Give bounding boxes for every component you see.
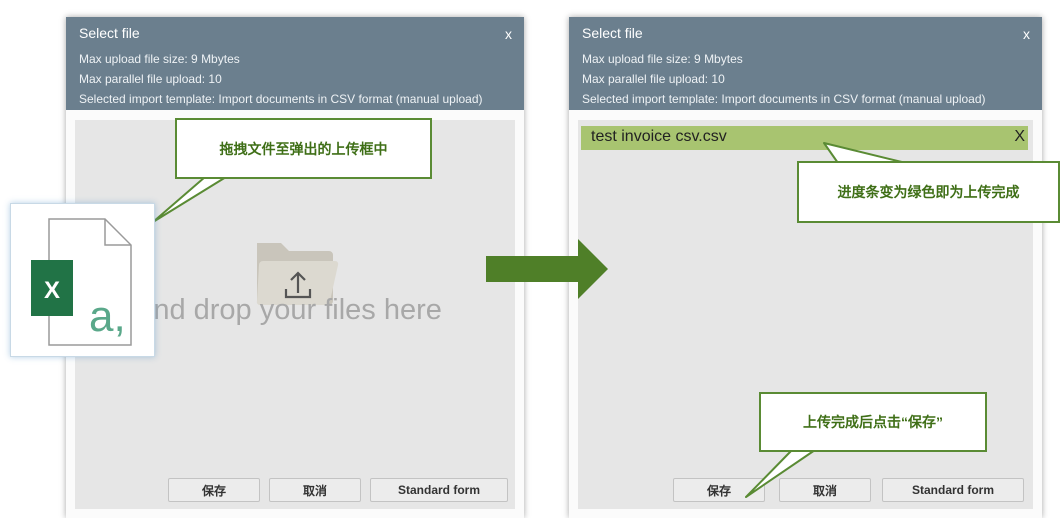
- max-parallel-upload-text: Max parallel file upload: 10: [79, 72, 222, 86]
- max-parallel-upload-text: Max parallel file upload: 10: [582, 72, 725, 86]
- standard-form-button[interactable]: Standard form: [882, 478, 1024, 502]
- cancel-button[interactable]: 取消: [779, 478, 871, 502]
- dialog-header: Select file x Max upload file size: 9 Mb…: [66, 17, 524, 110]
- excel-file-suffix: a,: [89, 292, 126, 341]
- close-button[interactable]: x: [1023, 26, 1030, 42]
- dialog-title: Select file: [79, 25, 140, 41]
- max-upload-size-text: Max upload file size: 9 Mbytes: [79, 52, 240, 66]
- excel-letter: X: [44, 277, 60, 304]
- standard-form-button[interactable]: Standard form: [370, 478, 508, 502]
- right-arrow-icon: [486, 239, 608, 299]
- file-name: test invoice csv.csv: [591, 128, 727, 145]
- uploaded-file-progress-bar: test invoice csv.csv X: [581, 126, 1028, 150]
- excel-file-icon: X a,: [31, 218, 132, 346]
- import-template-text: Selected import template: Import documen…: [582, 92, 986, 106]
- max-upload-size-text: Max upload file size: 9 Mbytes: [582, 52, 743, 66]
- remove-file-button[interactable]: X: [1014, 128, 1025, 146]
- dialog-header: Select file x Max upload file size: 9 Mb…: [569, 17, 1042, 110]
- dialog-title: Select file: [582, 25, 643, 41]
- save-button[interactable]: 保存: [168, 478, 260, 502]
- callout-drag-file: 拖拽文件至弹出的上传框中: [175, 118, 432, 179]
- excel-file-card: X a,: [10, 203, 155, 357]
- callout-click-save: 上传完成后点击“保存”: [759, 392, 987, 452]
- drop-zone-text: g and drop your files here: [113, 294, 442, 326]
- cancel-button[interactable]: 取消: [269, 478, 361, 502]
- callout-progress-complete: 进度条变为绿色即为上传完成: [797, 161, 1060, 223]
- import-template-text: Selected import template: Import documen…: [79, 92, 483, 106]
- save-button[interactable]: 保存: [673, 478, 765, 502]
- close-button[interactable]: x: [505, 26, 512, 42]
